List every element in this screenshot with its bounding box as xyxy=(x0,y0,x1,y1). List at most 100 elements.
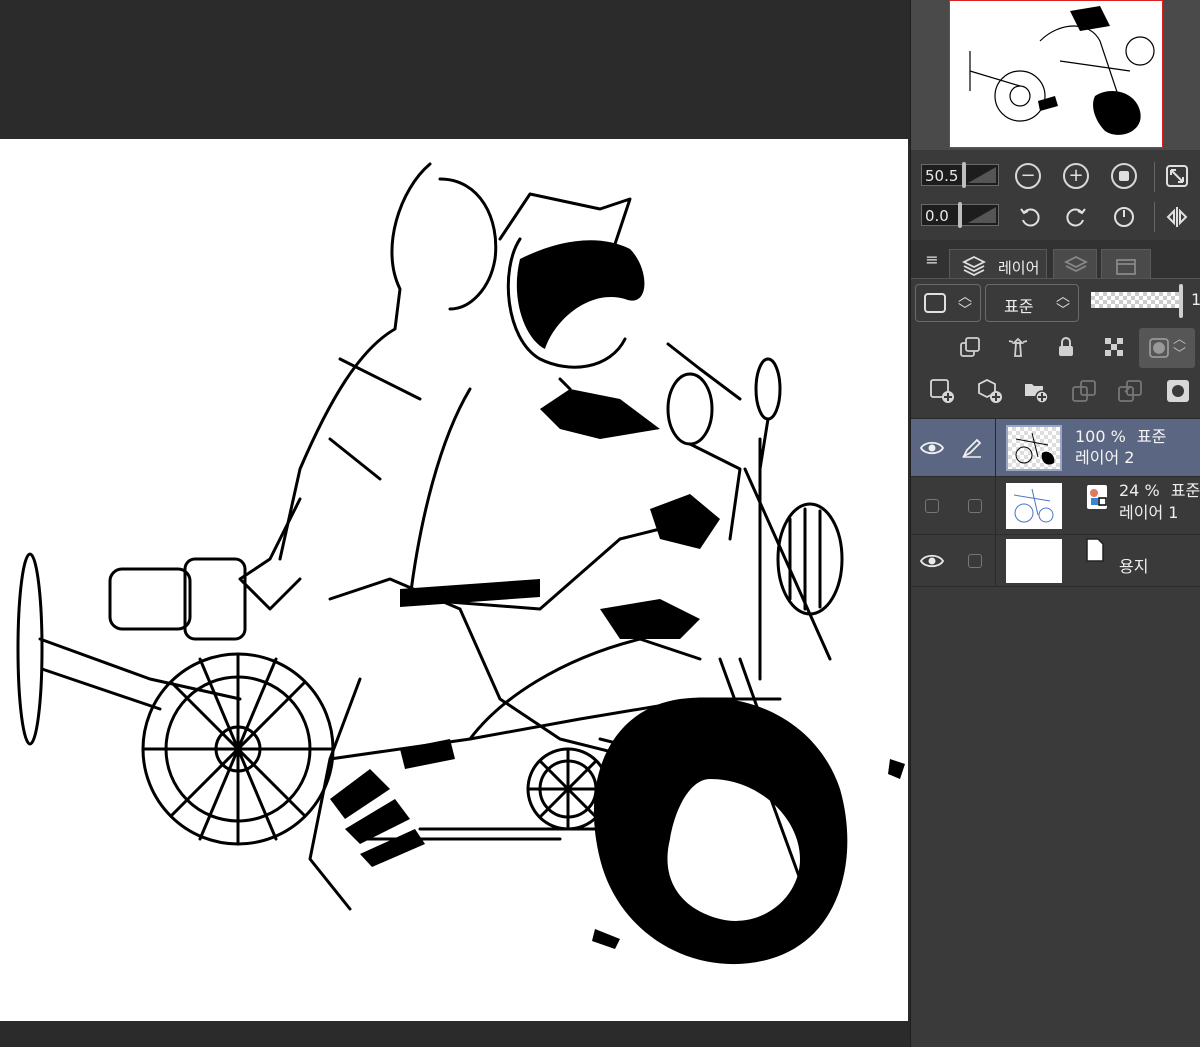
pen-icon xyxy=(961,438,982,459)
layer-mode: 표준 xyxy=(1136,427,1167,446)
right-side-panel: 50.5 − + 0.0 ≡ 레이어 ︿ ﹀ 표준 ︿ ﹀ 1 ︿ ﹀ 100 … xyxy=(910,0,1200,1047)
eye-icon xyxy=(920,441,944,455)
layers-icon xyxy=(962,255,986,277)
opacity-value: 1 xyxy=(1191,290,1200,309)
opacity-slider-handle[interactable] xyxy=(1179,284,1183,318)
rotation-value: 0.0 xyxy=(925,207,949,225)
transfer-to-layer-below-button[interactable] xyxy=(1117,378,1143,404)
layer-row-1[interactable]: 24 % 표준 레이어 1 xyxy=(911,477,1200,535)
blend-mode-select[interactable]: 표준 ︿ ﹀ xyxy=(985,284,1079,322)
layer-name: 용지 xyxy=(1119,557,1149,576)
lock-icon xyxy=(1059,337,1073,356)
drawing-canvas[interactable] xyxy=(0,139,908,1021)
rotate-left-icon xyxy=(1020,208,1040,227)
layer-blend-info: 100 % 표준 xyxy=(1075,427,1166,447)
layer-actions-row xyxy=(911,376,1200,416)
merge-down-icon xyxy=(1072,380,1096,402)
tab-layer-label: 레이어 xyxy=(998,259,1040,277)
flip-horizontal-icon xyxy=(1166,207,1188,227)
layer-thumbnail xyxy=(1006,425,1062,471)
lock-layer-button[interactable] xyxy=(1053,334,1079,360)
divider xyxy=(995,535,996,587)
paper-icon xyxy=(1086,538,1104,562)
layer-mask-icon xyxy=(1167,380,1189,402)
flip-horizontal-button[interactable] xyxy=(1164,204,1190,230)
paper-layer-icon xyxy=(1085,537,1105,563)
film-icon xyxy=(1116,259,1136,275)
new-folder-icon xyxy=(1025,384,1049,404)
create-mask-button[interactable] xyxy=(1165,378,1191,404)
new-vector-layer-icon xyxy=(978,378,1002,403)
reference-layer-button[interactable] xyxy=(1005,334,1031,360)
divider xyxy=(1154,202,1155,232)
layer-property-icon xyxy=(1064,255,1088,273)
new-vector-layer-button[interactable] xyxy=(977,378,1003,404)
layer-name: 레이어 1 xyxy=(1119,503,1179,522)
edit-target-toggle[interactable] xyxy=(968,554,982,568)
editing-layer-indicator xyxy=(959,435,985,461)
zoom-slider-handle[interactable] xyxy=(962,162,966,188)
layer-row-2[interactable]: 100 % 표준 레이어 2 xyxy=(911,419,1200,477)
rotation-wedge-icon xyxy=(968,207,996,223)
new-raster-layer-button[interactable] xyxy=(929,378,955,404)
blend-mode-row: ︿ ﹀ 표준 ︿ ﹀ 1 xyxy=(911,284,1200,324)
clip-to-layer-below-button[interactable] xyxy=(957,334,983,360)
minus-icon: − xyxy=(1020,165,1036,186)
square-stop-icon xyxy=(1119,171,1129,181)
mask-icon xyxy=(1149,338,1169,358)
layer-thumbnail xyxy=(1006,483,1062,529)
zoom-slider[interactable]: 50.5 xyxy=(921,162,999,188)
navigator-preview-image xyxy=(969,6,1155,135)
palette-menu-icon[interactable]: ≡ xyxy=(919,246,945,272)
layer-blend-info: 24 % 표준 xyxy=(1119,481,1200,501)
rotate-left-button[interactable] xyxy=(1017,204,1043,230)
rotate-right-icon xyxy=(1066,208,1086,227)
reset-rotation-icon xyxy=(1114,207,1134,227)
fit-window-button[interactable] xyxy=(1164,163,1190,189)
lock-transparency-button[interactable] xyxy=(1101,334,1127,360)
lighthouse-icon xyxy=(1008,337,1028,357)
divider xyxy=(1154,162,1155,192)
layer-row-paper[interactable]: 용지 xyxy=(911,535,1200,587)
layer-palette-header: ≡ 레이어 xyxy=(911,240,1200,279)
square-icon xyxy=(924,293,946,313)
chevron-down-icon: ﹀ xyxy=(1173,347,1187,362)
navigator-preview[interactable] xyxy=(949,0,1163,148)
tab-animation[interactable] xyxy=(1101,249,1151,278)
checker-lock-icon xyxy=(1105,338,1123,356)
layer-thumbnail xyxy=(1006,539,1062,583)
rotate-right-button[interactable] xyxy=(1063,204,1089,230)
divider xyxy=(995,477,996,535)
blend-mode-value: 표준 xyxy=(1004,297,1034,316)
reset-rotation-button[interactable] xyxy=(1111,204,1137,230)
eye-icon xyxy=(920,554,944,568)
divider xyxy=(995,419,996,477)
visibility-toggle[interactable] xyxy=(925,499,939,513)
mask-display-button[interactable]: ︿ ﹀ xyxy=(1139,328,1195,368)
tab-layer[interactable]: 레이어 xyxy=(949,249,1047,278)
visibility-toggle[interactable] xyxy=(919,548,945,574)
layer-color-selector[interactable]: ︿ ﹀ xyxy=(915,284,981,322)
new-folder-button[interactable] xyxy=(1023,378,1049,404)
fit-window-icon xyxy=(1166,165,1188,187)
rotation-row: 0.0 xyxy=(911,200,1200,232)
chevron-down-icon: ﹀ xyxy=(1056,303,1070,319)
canvas-workspace[interactable] xyxy=(0,0,910,1047)
visibility-toggle[interactable] xyxy=(919,435,945,461)
merge-down-button[interactable] xyxy=(1071,378,1097,404)
plus-icon: + xyxy=(1068,165,1084,186)
layer-opacity: 100 % xyxy=(1075,427,1126,446)
zoom-value: 50.5 xyxy=(925,167,959,185)
tab-layer-property[interactable] xyxy=(1053,249,1097,278)
rotation-slider[interactable]: 0.0 xyxy=(921,202,999,228)
layer-mode: 표준 xyxy=(1170,481,1200,500)
zoom-in-button[interactable]: + xyxy=(1063,163,1089,189)
fit-canvas-button[interactable] xyxy=(1111,163,1137,189)
rotation-slider-handle[interactable] xyxy=(958,202,962,228)
opacity-slider[interactable] xyxy=(1091,292,1183,308)
edit-target-toggle[interactable] xyxy=(968,499,982,513)
layer-thumbnail-art xyxy=(1013,488,1054,523)
navigator-panel xyxy=(911,0,1200,150)
zoom-out-button[interactable]: − xyxy=(1015,163,1041,189)
zoom-row: 50.5 − + xyxy=(911,160,1200,192)
